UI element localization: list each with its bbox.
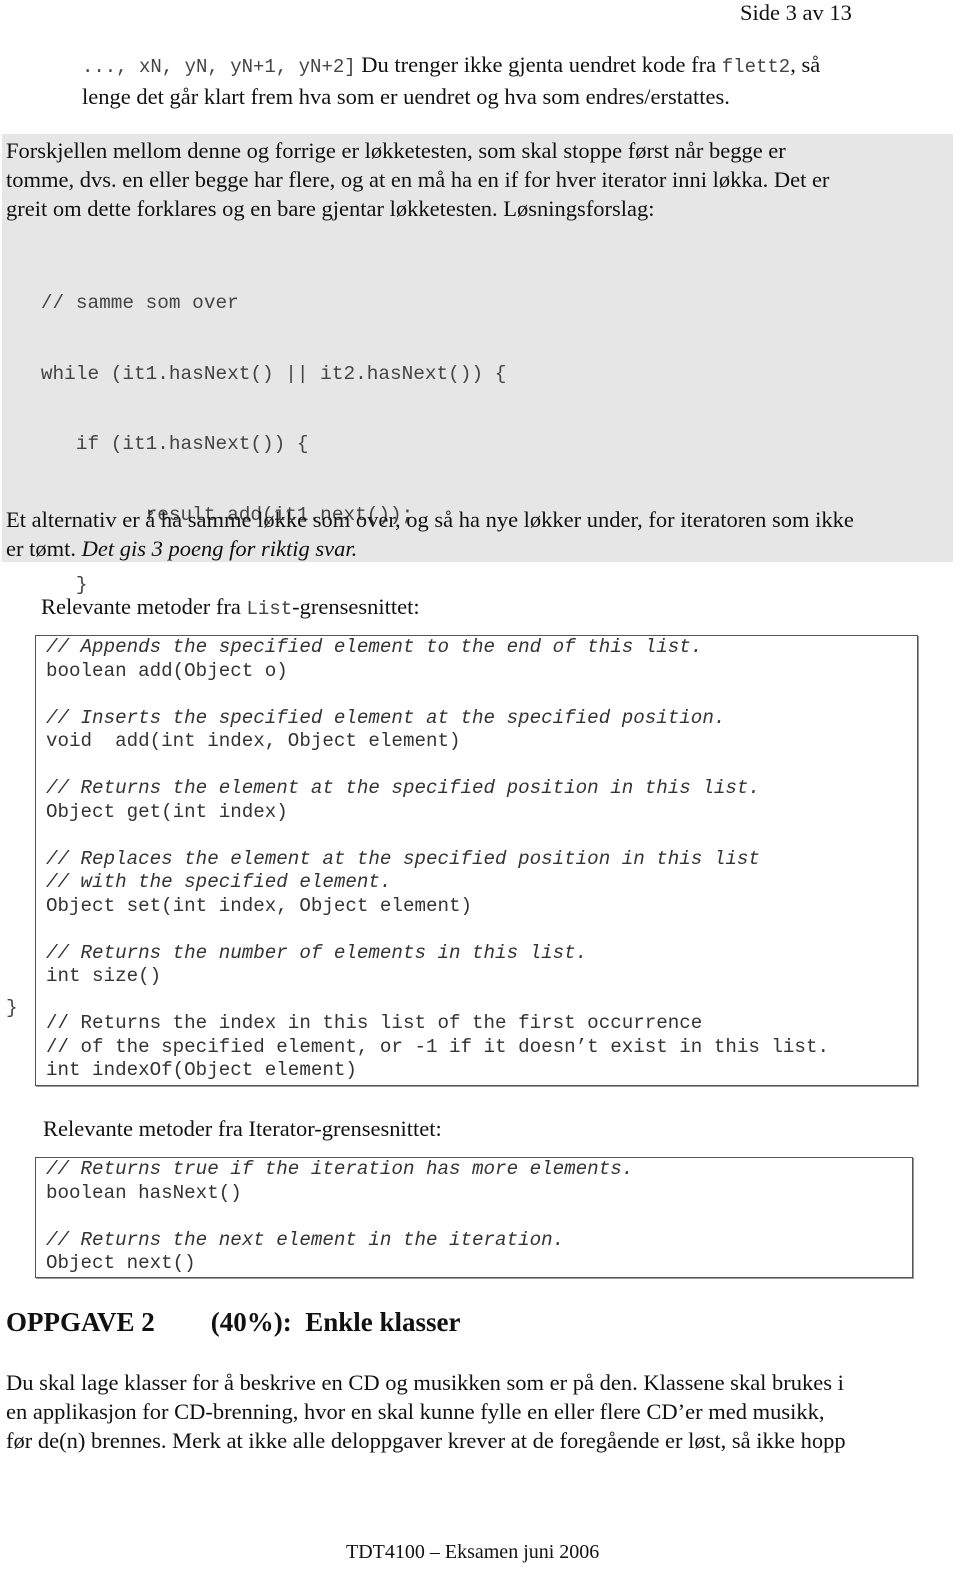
method-signature: Object set(int index, Object element) bbox=[46, 894, 473, 917]
method-signature: int indexOf(Object element) bbox=[46, 1059, 357, 1081]
points-note: Det gis 3 poeng for riktig svar. bbox=[81, 536, 358, 561]
code-line: while (it1.hasNext() || it2.hasNext()) { bbox=[6, 362, 507, 385]
intro-code-prefix: ..., xN, yN, yN+1, yN+2] bbox=[82, 56, 356, 78]
intro-code-ref: flett2 bbox=[721, 56, 791, 78]
list-methods-box: // Appends the specified element to the … bbox=[35, 635, 918, 1086]
code-line: if (it1.hasNext()) { bbox=[6, 433, 309, 455]
method-comment: // of the specified element, or -1 if it… bbox=[46, 1035, 829, 1058]
method-signature: int size() bbox=[46, 965, 162, 987]
task-percent: (40%): bbox=[210, 1307, 292, 1337]
list-interface-heading: Relevante metoder fra List-grensesnittet… bbox=[41, 592, 420, 624]
method-comment: // Replaces the element at the specified… bbox=[46, 847, 760, 870]
method-signature: void add(int index, Object element) bbox=[46, 730, 461, 752]
task-subtitle-gap bbox=[292, 1307, 306, 1337]
method-comment: // Appends the specified element to the … bbox=[46, 636, 703, 658]
page-footer: TDT4100 – Eksamen juni 2006 bbox=[346, 1541, 600, 1563]
solution-line: Forskjellen mellom denne og forrige er l… bbox=[6, 138, 786, 163]
list-heading-before: Relevante metoder fra bbox=[41, 594, 247, 619]
method-comment: // Returns the next element in the itera… bbox=[46, 1228, 565, 1251]
method-signature: boolean hasNext() bbox=[46, 1181, 242, 1204]
solution-box: Forskjellen mellom denne og forrige er l… bbox=[2, 134, 953, 1019]
method-comment: // Returns true if the iteration has mor… bbox=[46, 1158, 634, 1180]
iterator-methods-box: // Returns true if the iteration has mor… bbox=[35, 1157, 913, 1278]
code-line: // samme som over bbox=[6, 292, 239, 314]
solution-note-plain: er tømt. bbox=[6, 536, 82, 561]
method-signature: Object next() bbox=[46, 1252, 196, 1274]
intro-line-2: lenge det går klart frem hva som er uend… bbox=[82, 84, 730, 109]
task-line: før de(n) brennes. Merk at ikke alle del… bbox=[6, 1428, 846, 1453]
method-signature: boolean add(Object o) bbox=[46, 659, 288, 682]
iterator-methods-listing: // Returns true if the iteration has mor… bbox=[46, 1158, 633, 1276]
intro-line-1: ..., xN, yN, yN+1, yN+2] Du trenger ikke… bbox=[82, 50, 942, 82]
solution-note: Et alternativ er å ha samme løkke som ov… bbox=[6, 505, 951, 563]
method-signature: Object get(int index) bbox=[46, 800, 288, 823]
list-heading-after: -grensesnittet: bbox=[292, 594, 420, 619]
list-methods-listing: // Appends the specified element to the … bbox=[46, 636, 829, 1083]
task-line: en applikasjon for CD-brenning, hvor en … bbox=[6, 1399, 825, 1424]
solution-note-line-1: Et alternativ er å ha samme løkke som ov… bbox=[6, 507, 854, 532]
list-heading-code: List bbox=[246, 598, 293, 620]
solution-line: greit om dette forklares og en bare gjen… bbox=[6, 196, 655, 221]
iterator-interface-heading: Relevante metoder fra Iterator-grensesni… bbox=[43, 1116, 442, 1141]
method-comment: // Inserts the specified element at the … bbox=[46, 706, 726, 729]
task-line: Du skal lage klasser for å beskrive en C… bbox=[6, 1370, 844, 1395]
method-comment: // with the specified element. bbox=[46, 871, 392, 893]
solution-note-line-2: er tømt. Det gis 3 poeng for riktig svar… bbox=[6, 534, 951, 563]
intro-paragraph: ..., xN, yN, yN+1, yN+2] Du trenger ikke… bbox=[82, 50, 942, 111]
method-comment: // Returns the number of elements in thi… bbox=[46, 941, 588, 964]
intro-text-2: , så bbox=[790, 52, 821, 77]
task-subtitle: Enkle klasser bbox=[305, 1307, 461, 1337]
task-description: Du skal lage klasser for å beskrive en C… bbox=[6, 1368, 946, 1455]
page-number: Side 3 av 13 bbox=[740, 0, 852, 25]
solution-paragraph: Forskjellen mellom denne og forrige er l… bbox=[6, 136, 951, 223]
intro-text-1: Du trenger ikke gjenta uendret kode fra bbox=[355, 52, 722, 77]
method-comment: // Returns the index in this list of the… bbox=[46, 1012, 703, 1034]
task-title: OPPGAVE 2 bbox=[6, 1307, 155, 1337]
task-heading: OPPGAVE 2 (40%): Enkle klasser bbox=[6, 1306, 461, 1338]
solution-line: tomme, dvs. en eller begge har flere, og… bbox=[6, 167, 830, 192]
method-comment: // Returns the element at the specified … bbox=[46, 777, 760, 799]
